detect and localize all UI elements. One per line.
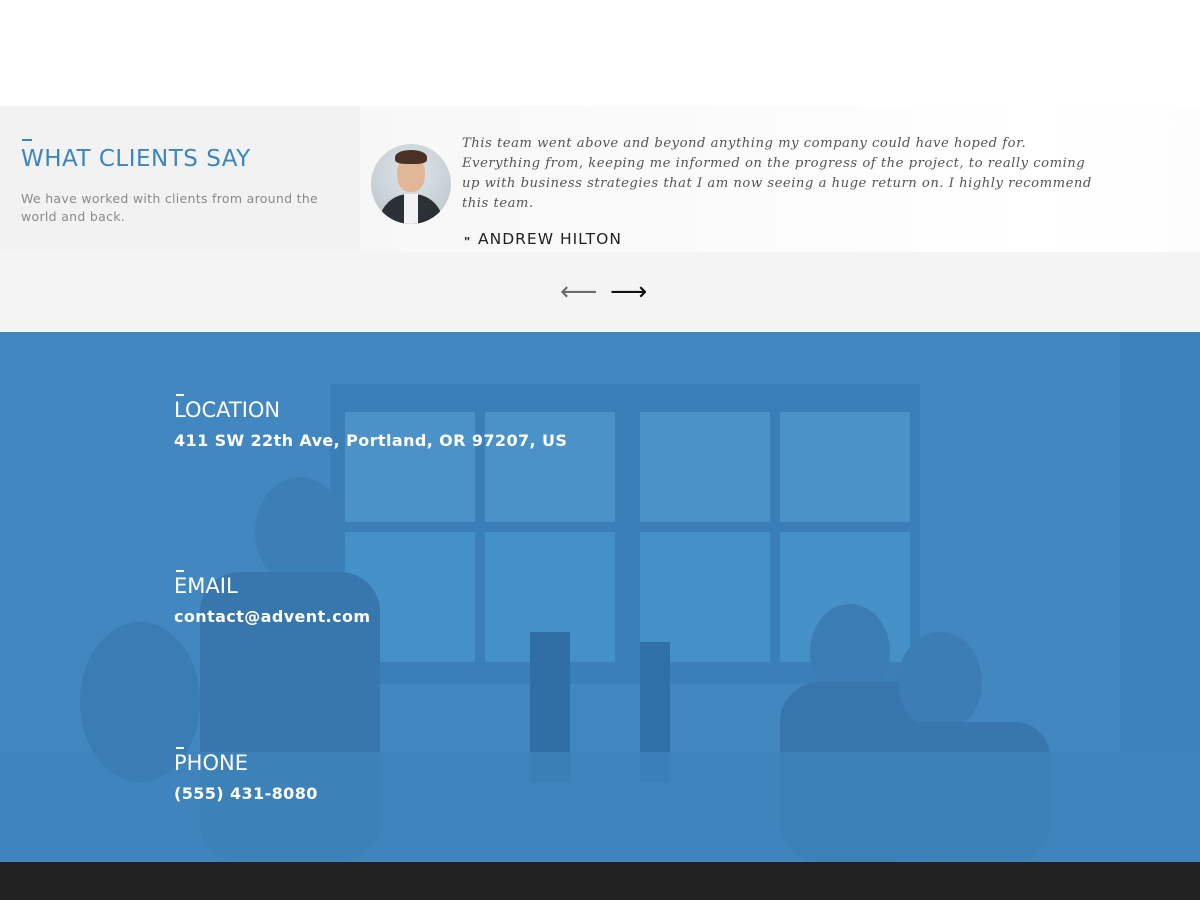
client-avatar [371, 144, 451, 224]
arrow-left-icon[interactable]: ⟵ [560, 279, 597, 305]
email-value[interactable]: contact@advent.com [174, 607, 370, 626]
contact-section: LOCATION 411 SW 22th Ave, Portland, OR 9… [0, 332, 1200, 862]
phone-title: PHONE [174, 751, 248, 775]
testimonials-subheading: We have worked with clients from around … [21, 191, 319, 224]
location-value: 411 SW 22th Ave, Portland, OR 97207, US [174, 431, 568, 450]
page-footer [0, 862, 1200, 900]
testimonial-quote: This team went above and beyond anything… [462, 136, 1092, 211]
location-title: LOCATION [174, 398, 281, 422]
arrow-right-icon[interactable]: ⟶ [610, 279, 647, 305]
testimonials-section: WHAT CLIENTS SAY We have worked with cli… [0, 106, 1200, 332]
email-title: EMAIL [174, 574, 238, 598]
testimonials-heading: WHAT CLIENTS SAY [21, 146, 251, 172]
location-accent-dash [176, 394, 184, 396]
testimonial-card: This team went above and beyond anything… [360, 106, 1200, 252]
quote-mark-icon: " [464, 234, 471, 249]
phone-accent-dash [176, 747, 184, 749]
phone-value[interactable]: (555) 431-8080 [174, 784, 318, 803]
email-accent-dash [176, 570, 184, 572]
top-spacer [0, 0, 1200, 106]
heading-accent-dash [22, 139, 32, 141]
testimonials-intro: WHAT CLIENTS SAY We have worked with cli… [0, 106, 360, 252]
testimonial-author: ANDREW HILTON [478, 230, 622, 248]
